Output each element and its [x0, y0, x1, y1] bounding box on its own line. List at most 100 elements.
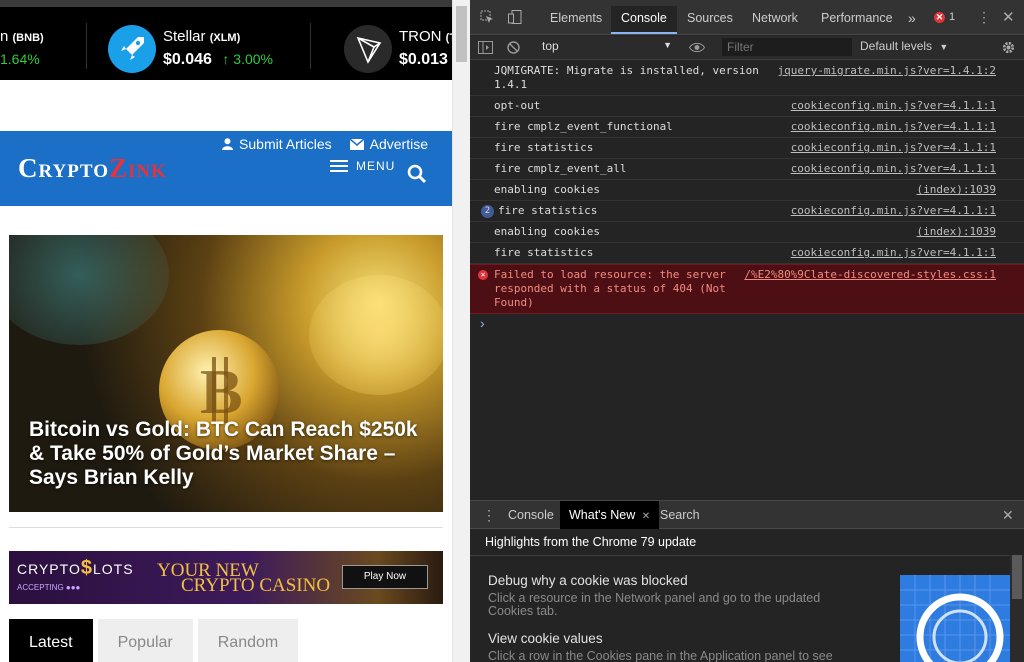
console-message[interactable]: fire statistics cookieconfig.min.js?ver=…: [470, 138, 1024, 159]
gear-icon[interactable]: [1001, 40, 1016, 55]
submit-articles-link[interactable]: Submit Articles: [222, 136, 332, 152]
whats-new-item[interactable]: View cookie values Click a row in the Co…: [488, 631, 868, 662]
ticker-coin-tron[interactable]: TRON (T $0.013: [344, 14, 452, 74]
price-ticker: n (BNB) 1.64% Stellar (XLM) $0.046 ↑ 3.0…: [0, 0, 452, 80]
page-scrollbar[interactable]: [452, 0, 470, 662]
whats-new-item[interactable]: Debug why a cookie was blocked Click a r…: [488, 573, 868, 618]
message-text: enabling cookies: [494, 225, 600, 238]
ticker-coin-stellar[interactable]: Stellar (XLM) $0.046 ↑ 3.00%: [108, 14, 308, 74]
devtools-toolbar: Elements Console Sources Network Perform…: [470, 0, 1024, 35]
drawer-tabbar: ⋮ Console What's New ✕ Search ✕: [470, 501, 1024, 529]
tab-performance[interactable]: Performance: [811, 6, 903, 34]
console-message[interactable]: fire cmplz_event_functional cookieconfig…: [470, 117, 1024, 138]
close-drawer-icon[interactable]: ✕: [1002, 507, 1014, 524]
post-tabs: Latest Popular Random: [9, 619, 299, 662]
console-message[interactable]: fire cmplz_event_all cookieconfig.min.js…: [470, 159, 1024, 180]
section-divider: [9, 527, 443, 528]
coin-change: 3.00%: [233, 51, 273, 67]
more-tabs-button[interactable]: »: [898, 6, 926, 34]
coin-name: n: [0, 28, 9, 45]
console-message[interactable]: 2 fire statistics cookieconfig.min.js?ve…: [470, 201, 1024, 222]
devtools-panel: Elements Console Sources Network Perform…: [470, 0, 1024, 662]
message-text: JQMIGRATE: Migrate is installed, version…: [494, 64, 759, 91]
repeat-count-badge: 2: [481, 205, 494, 218]
console-message[interactable]: JQMIGRATE: Migrate is installed, version…: [470, 61, 1024, 96]
tab-latest[interactable]: Latest: [9, 619, 93, 662]
prompt-chevron-icon: ›: [480, 315, 485, 331]
sidebar-toggle-icon[interactable]: [478, 41, 493, 54]
message-source-link[interactable]: cookieconfig.min.js?ver=4.1.1:1: [791, 99, 996, 113]
tab-elements[interactable]: Elements: [540, 6, 612, 34]
coin-symbol: (XLM): [209, 32, 241, 44]
message-source-link[interactable]: jquery-migrate.min.js?ver=1.4.1:2: [777, 64, 996, 78]
drawer-tab-whats-new[interactable]: What's New ✕: [560, 501, 660, 529]
hamburger-icon: [330, 160, 348, 172]
site-header: Submit Articles Advertise CryptoZink MEN…: [0, 131, 452, 206]
context-selector[interactable]: top ▼: [542, 39, 672, 53]
console-error-message[interactable]: ✕ Failed to load resource: the server re…: [470, 264, 1024, 314]
tab-network[interactable]: Network: [742, 6, 808, 34]
drawer-scrollbar[interactable]: [1010, 555, 1024, 662]
message-text: fire statistics: [494, 246, 594, 259]
drawer-tab-console[interactable]: Console: [499, 501, 563, 529]
stellar-rocket-icon: [108, 25, 156, 73]
close-tab-icon[interactable]: ✕: [642, 511, 650, 522]
coin-name: TRON: [399, 28, 442, 45]
ad-play-now-button[interactable]: Play Now: [342, 565, 428, 589]
cookie-illustration-icon: [900, 575, 1010, 662]
message-source-link[interactable]: cookieconfig.min.js?ver=4.1.1:1: [791, 141, 996, 155]
coin-change: 1.64%: [0, 51, 40, 67]
message-source-link[interactable]: cookieconfig.min.js?ver=4.1.1:1: [791, 120, 996, 134]
error-icon: ✕: [934, 11, 945, 23]
advertise-label: Advertise: [369, 136, 428, 152]
whats-new-item-heading: Debug why a cookie was blocked: [488, 573, 688, 588]
console-prompt[interactable]: ›: [470, 314, 1024, 334]
site-logo[interactable]: CryptoZink: [18, 153, 167, 184]
drawer-scrollbar-thumb[interactable]: [1012, 555, 1022, 599]
log-levels-dropdown[interactable]: Default levels ▼: [860, 39, 948, 53]
header-links: Submit Articles Advertise: [222, 136, 428, 152]
advertise-link[interactable]: Advertise: [349, 136, 428, 152]
tab-popular[interactable]: Popular: [97, 619, 193, 662]
tab-sources[interactable]: Sources: [677, 6, 743, 34]
drawer-menu-icon[interactable]: ⋮: [482, 507, 496, 524]
page-scrollbar-thumb[interactable]: [456, 6, 467, 62]
message-source-link[interactable]: (index):1039: [917, 225, 996, 239]
message-source-link[interactable]: cookieconfig.min.js?ver=4.1.1:1: [791, 162, 996, 176]
ad-tagline-line2: CRYPTO CASINO: [181, 575, 331, 596]
search-icon[interactable]: [407, 164, 427, 184]
message-text: enabling cookies: [494, 183, 600, 196]
tab-console[interactable]: Console: [611, 6, 677, 34]
user-icon: [222, 138, 234, 150]
ticker-divider: [310, 23, 311, 69]
message-source-link[interactable]: cookieconfig.min.js?ver=4.1.1:1: [791, 246, 996, 260]
message-source-link[interactable]: cookieconfig.min.js?ver=4.1.1:1: [791, 204, 996, 218]
filter-input[interactable]: [722, 38, 852, 56]
console-message[interactable]: opt-out cookieconfig.min.js?ver=4.1.1:1: [470, 96, 1024, 117]
message-source-link[interactable]: /%E2%80%9Clate-discovered-styles.css:1: [744, 268, 996, 282]
kebab-menu-icon[interactable]: ⋮: [977, 9, 991, 26]
clear-console-icon[interactable]: [507, 41, 520, 54]
device-toolbar-icon[interactable]: [508, 10, 522, 24]
close-devtools-icon[interactable]: ✕: [1002, 8, 1015, 26]
menu-label: MENU: [356, 159, 396, 173]
tab-random[interactable]: Random: [197, 619, 299, 662]
error-count-badge[interactable]: ✕ 1: [934, 11, 955, 23]
ad-brand: CRYPTO$LOTS: [17, 557, 134, 579]
drawer-tab-search[interactable]: Search: [651, 501, 709, 529]
featured-article[interactable]: B Bitcoin vs Gold: BTC Can Reach $250k &…: [9, 235, 443, 512]
menu-button[interactable]: MENU: [330, 159, 395, 173]
bitcoin-symbol-icon: B: [200, 356, 243, 425]
featured-article-title[interactable]: Bitcoin vs Gold: BTC Can Reach $250k & T…: [29, 418, 429, 490]
coin-symbol: (BNB): [12, 32, 44, 44]
console-message[interactable]: enabling cookies (index):1039: [470, 180, 1024, 201]
inspect-element-icon[interactable]: [480, 10, 494, 24]
eye-icon[interactable]: [689, 42, 705, 53]
whats-new-item-heading: View cookie values: [488, 631, 603, 646]
console-message[interactable]: fire statistics cookieconfig.min.js?ver=…: [470, 243, 1024, 264]
console-messages: JQMIGRATE: Migrate is installed, version…: [470, 61, 1024, 334]
crypto-casino-ad-banner[interactable]: CRYPTO$LOTS ACCEPTING ●●● YOUR NEW CRYPT…: [9, 551, 443, 604]
message-source-link[interactable]: (index):1039: [917, 183, 996, 197]
submit-articles-label: Submit Articles: [239, 136, 332, 152]
console-message[interactable]: enabling cookies (index):1039: [470, 222, 1024, 243]
